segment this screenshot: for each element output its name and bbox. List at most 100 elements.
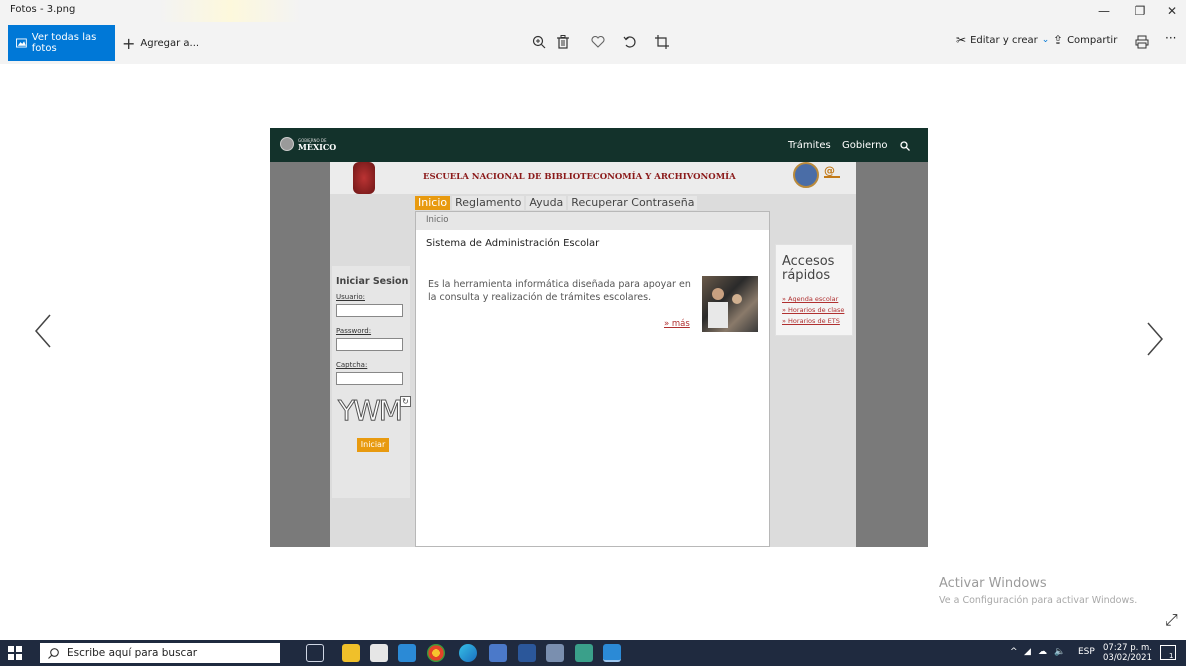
more-options-button[interactable]: ··· bbox=[1165, 31, 1176, 45]
menu-item-reglamento: Reglamento bbox=[452, 196, 525, 210]
calculator-icon[interactable] bbox=[575, 644, 593, 662]
next-photo-icon[interactable] bbox=[1146, 320, 1164, 366]
print-icon[interactable] bbox=[1130, 30, 1154, 54]
edit-create-label: Editar y crear bbox=[970, 34, 1038, 46]
people-app-icon[interactable] bbox=[489, 644, 507, 662]
paint-icon[interactable] bbox=[546, 644, 564, 662]
system-description: Es la herramienta informática diseñada p… bbox=[428, 279, 691, 303]
captcha-label: Captcha: bbox=[336, 361, 368, 369]
institution-seal-icon bbox=[793, 162, 819, 188]
view-all-photos-label: Ver todas las fotos bbox=[31, 32, 97, 54]
captcha-refresh-icon: ↻ bbox=[400, 396, 411, 407]
fullscreen-expand-icon[interactable]: ⤢ bbox=[1165, 610, 1178, 630]
crop-icon[interactable] bbox=[650, 30, 674, 54]
view-all-photos-button[interactable]: Ver todas las fotos bbox=[8, 25, 115, 61]
search-icon bbox=[48, 647, 59, 659]
site-banner: ESCUELA NACIONAL DE BIBLIOTECONOMÍA Y AR… bbox=[330, 162, 856, 194]
main-content: Inicio Sistema de Administración Escolar… bbox=[415, 211, 770, 547]
school-site: ESCUELA NACIONAL DE BIBLIOTECONOMÍA Y AR… bbox=[330, 162, 856, 547]
gov-search-icon bbox=[900, 136, 910, 155]
photos-app-window: Fotos - 3.png — ❐ ✕ Ver todas las fotos … bbox=[0, 0, 1186, 666]
clock-time: 07:27 p. m. bbox=[1103, 643, 1152, 653]
taskbar-clock[interactable]: 07:27 p. m. 03/02/2021 bbox=[1103, 643, 1152, 663]
captcha-image: YWM bbox=[338, 394, 404, 428]
system-title: Sistema de Administración Escolar bbox=[426, 238, 600, 249]
password-field bbox=[336, 338, 403, 351]
menu-item-recuperar: Recuperar Contraseña bbox=[568, 196, 698, 210]
add-to-button[interactable]: + Agregar a... bbox=[122, 25, 199, 61]
quick-access-title: Accesos rápidos bbox=[782, 254, 835, 283]
previous-photo-icon[interactable] bbox=[34, 312, 52, 358]
photos-app-icon[interactable] bbox=[603, 644, 621, 662]
share-label: Compartir bbox=[1067, 34, 1118, 46]
close-button[interactable]: ✕ bbox=[1154, 0, 1186, 22]
title-bar: Fotos - 3.png — ❐ ✕ bbox=[0, 0, 1186, 22]
tray-volume-icon[interactable]: 🔈 bbox=[1054, 647, 1065, 657]
taskbar-search-box[interactable]: Escribe aquí para buscar bbox=[40, 643, 280, 663]
share-icon: ⇪ bbox=[1053, 33, 1064, 47]
window-title: Fotos - 3.png bbox=[10, 4, 76, 15]
quick-access-panel: Accesos rápidos » Agenda escolar » Horar… bbox=[775, 244, 853, 336]
store-icon[interactable] bbox=[370, 644, 388, 662]
tray-language[interactable]: ESP bbox=[1078, 647, 1095, 657]
mail-icon[interactable] bbox=[398, 644, 416, 662]
gov-header-bar: GOBIERNO DE MÉXICO Trámites Gobierno bbox=[270, 128, 928, 162]
sitemap-icon bbox=[824, 176, 840, 188]
students-photo bbox=[702, 276, 758, 332]
taskbar: Escribe aquí para buscar ^ ◢ ☁ 🔈 ESP 07:… bbox=[0, 640, 1186, 666]
title-bar-glow bbox=[160, 0, 300, 22]
school-crest-icon bbox=[353, 162, 375, 194]
add-to-label: Agregar a... bbox=[140, 37, 200, 49]
delete-icon[interactable] bbox=[551, 30, 575, 54]
activate-windows-subtitle: Ve a Configuración para activar Windows. bbox=[939, 595, 1138, 606]
restore-button[interactable]: ❐ bbox=[1122, 0, 1158, 22]
favorite-heart-icon[interactable] bbox=[586, 30, 610, 54]
more-link: » más bbox=[664, 319, 690, 329]
gov-logo: GOBIERNO DE MÉXICO bbox=[280, 137, 336, 151]
tray-onedrive-icon[interactable]: ☁ bbox=[1038, 647, 1047, 657]
windows-start-icon[interactable] bbox=[8, 646, 22, 660]
file-explorer-icon[interactable] bbox=[342, 644, 360, 662]
rotate-icon[interactable] bbox=[618, 30, 642, 54]
word-icon[interactable] bbox=[518, 644, 536, 662]
gov-seal-icon bbox=[280, 137, 294, 151]
plus-icon: + bbox=[122, 33, 136, 53]
chrome-icon[interactable] bbox=[427, 644, 445, 662]
minimize-button[interactable]: — bbox=[1086, 0, 1122, 22]
photos-icon bbox=[16, 38, 27, 48]
quick-link-horarios-ets: » Horarios de ETS bbox=[782, 317, 840, 325]
school-name: ESCUELA NACIONAL DE BIBLIOTECONOMÍA Y AR… bbox=[423, 172, 736, 182]
edit-create-button[interactable]: ✂ Editar y crear ⌄ bbox=[956, 33, 1049, 47]
login-title: Iniciar Sesion bbox=[336, 276, 409, 287]
activate-windows-title: Activar Windows bbox=[939, 576, 1047, 591]
photo-left-margin bbox=[270, 162, 330, 547]
user-label: Usuario: bbox=[336, 293, 365, 301]
gov-link-tramites: Trámites bbox=[788, 140, 831, 151]
share-button[interactable]: ⇪ Compartir bbox=[1053, 33, 1117, 47]
edit-create-icon: ✂ bbox=[956, 33, 967, 47]
task-view-icon[interactable] bbox=[306, 644, 324, 662]
taskbar-search-placeholder: Escribe aquí para buscar bbox=[67, 647, 198, 659]
quick-link-horarios-clase: » Horarios de clase bbox=[782, 306, 845, 314]
displayed-photo: GOBIERNO DE MÉXICO Trámites Gobierno ESC… bbox=[270, 128, 928, 547]
notifications-icon[interactable]: 1 bbox=[1160, 645, 1176, 660]
chevron-down-icon: ⌄ bbox=[1041, 35, 1050, 45]
password-label: Password: bbox=[336, 327, 372, 335]
menu-item-ayuda: Ayuda bbox=[526, 196, 567, 210]
tray-chevron-up-icon[interactable]: ^ bbox=[1010, 647, 1018, 657]
user-field bbox=[336, 304, 403, 317]
toolbar: Ver todas las fotos + Agregar a... ✂ Edi… bbox=[0, 22, 1186, 64]
gov-logo-large-text: MÉXICO bbox=[298, 141, 337, 152]
tray-network-icon[interactable]: ◢ bbox=[1024, 647, 1031, 657]
site-menu: Inicio Reglamento Ayuda Recuperar Contra… bbox=[415, 196, 699, 210]
login-submit-button: Iniciar bbox=[357, 438, 389, 452]
edge-icon[interactable] bbox=[459, 644, 477, 662]
notification-count: 1 bbox=[1169, 652, 1174, 660]
zoom-in-icon[interactable] bbox=[527, 30, 551, 54]
quick-link-agenda: » Agenda escolar bbox=[782, 295, 839, 303]
breadcrumb: Inicio bbox=[416, 212, 769, 230]
gov-link-gobierno: Gobierno bbox=[842, 140, 888, 151]
clock-date: 03/02/2021 bbox=[1103, 653, 1152, 663]
login-panel: Iniciar Sesion Usuario: Password: Captch… bbox=[332, 266, 411, 498]
captcha-field bbox=[336, 372, 403, 385]
